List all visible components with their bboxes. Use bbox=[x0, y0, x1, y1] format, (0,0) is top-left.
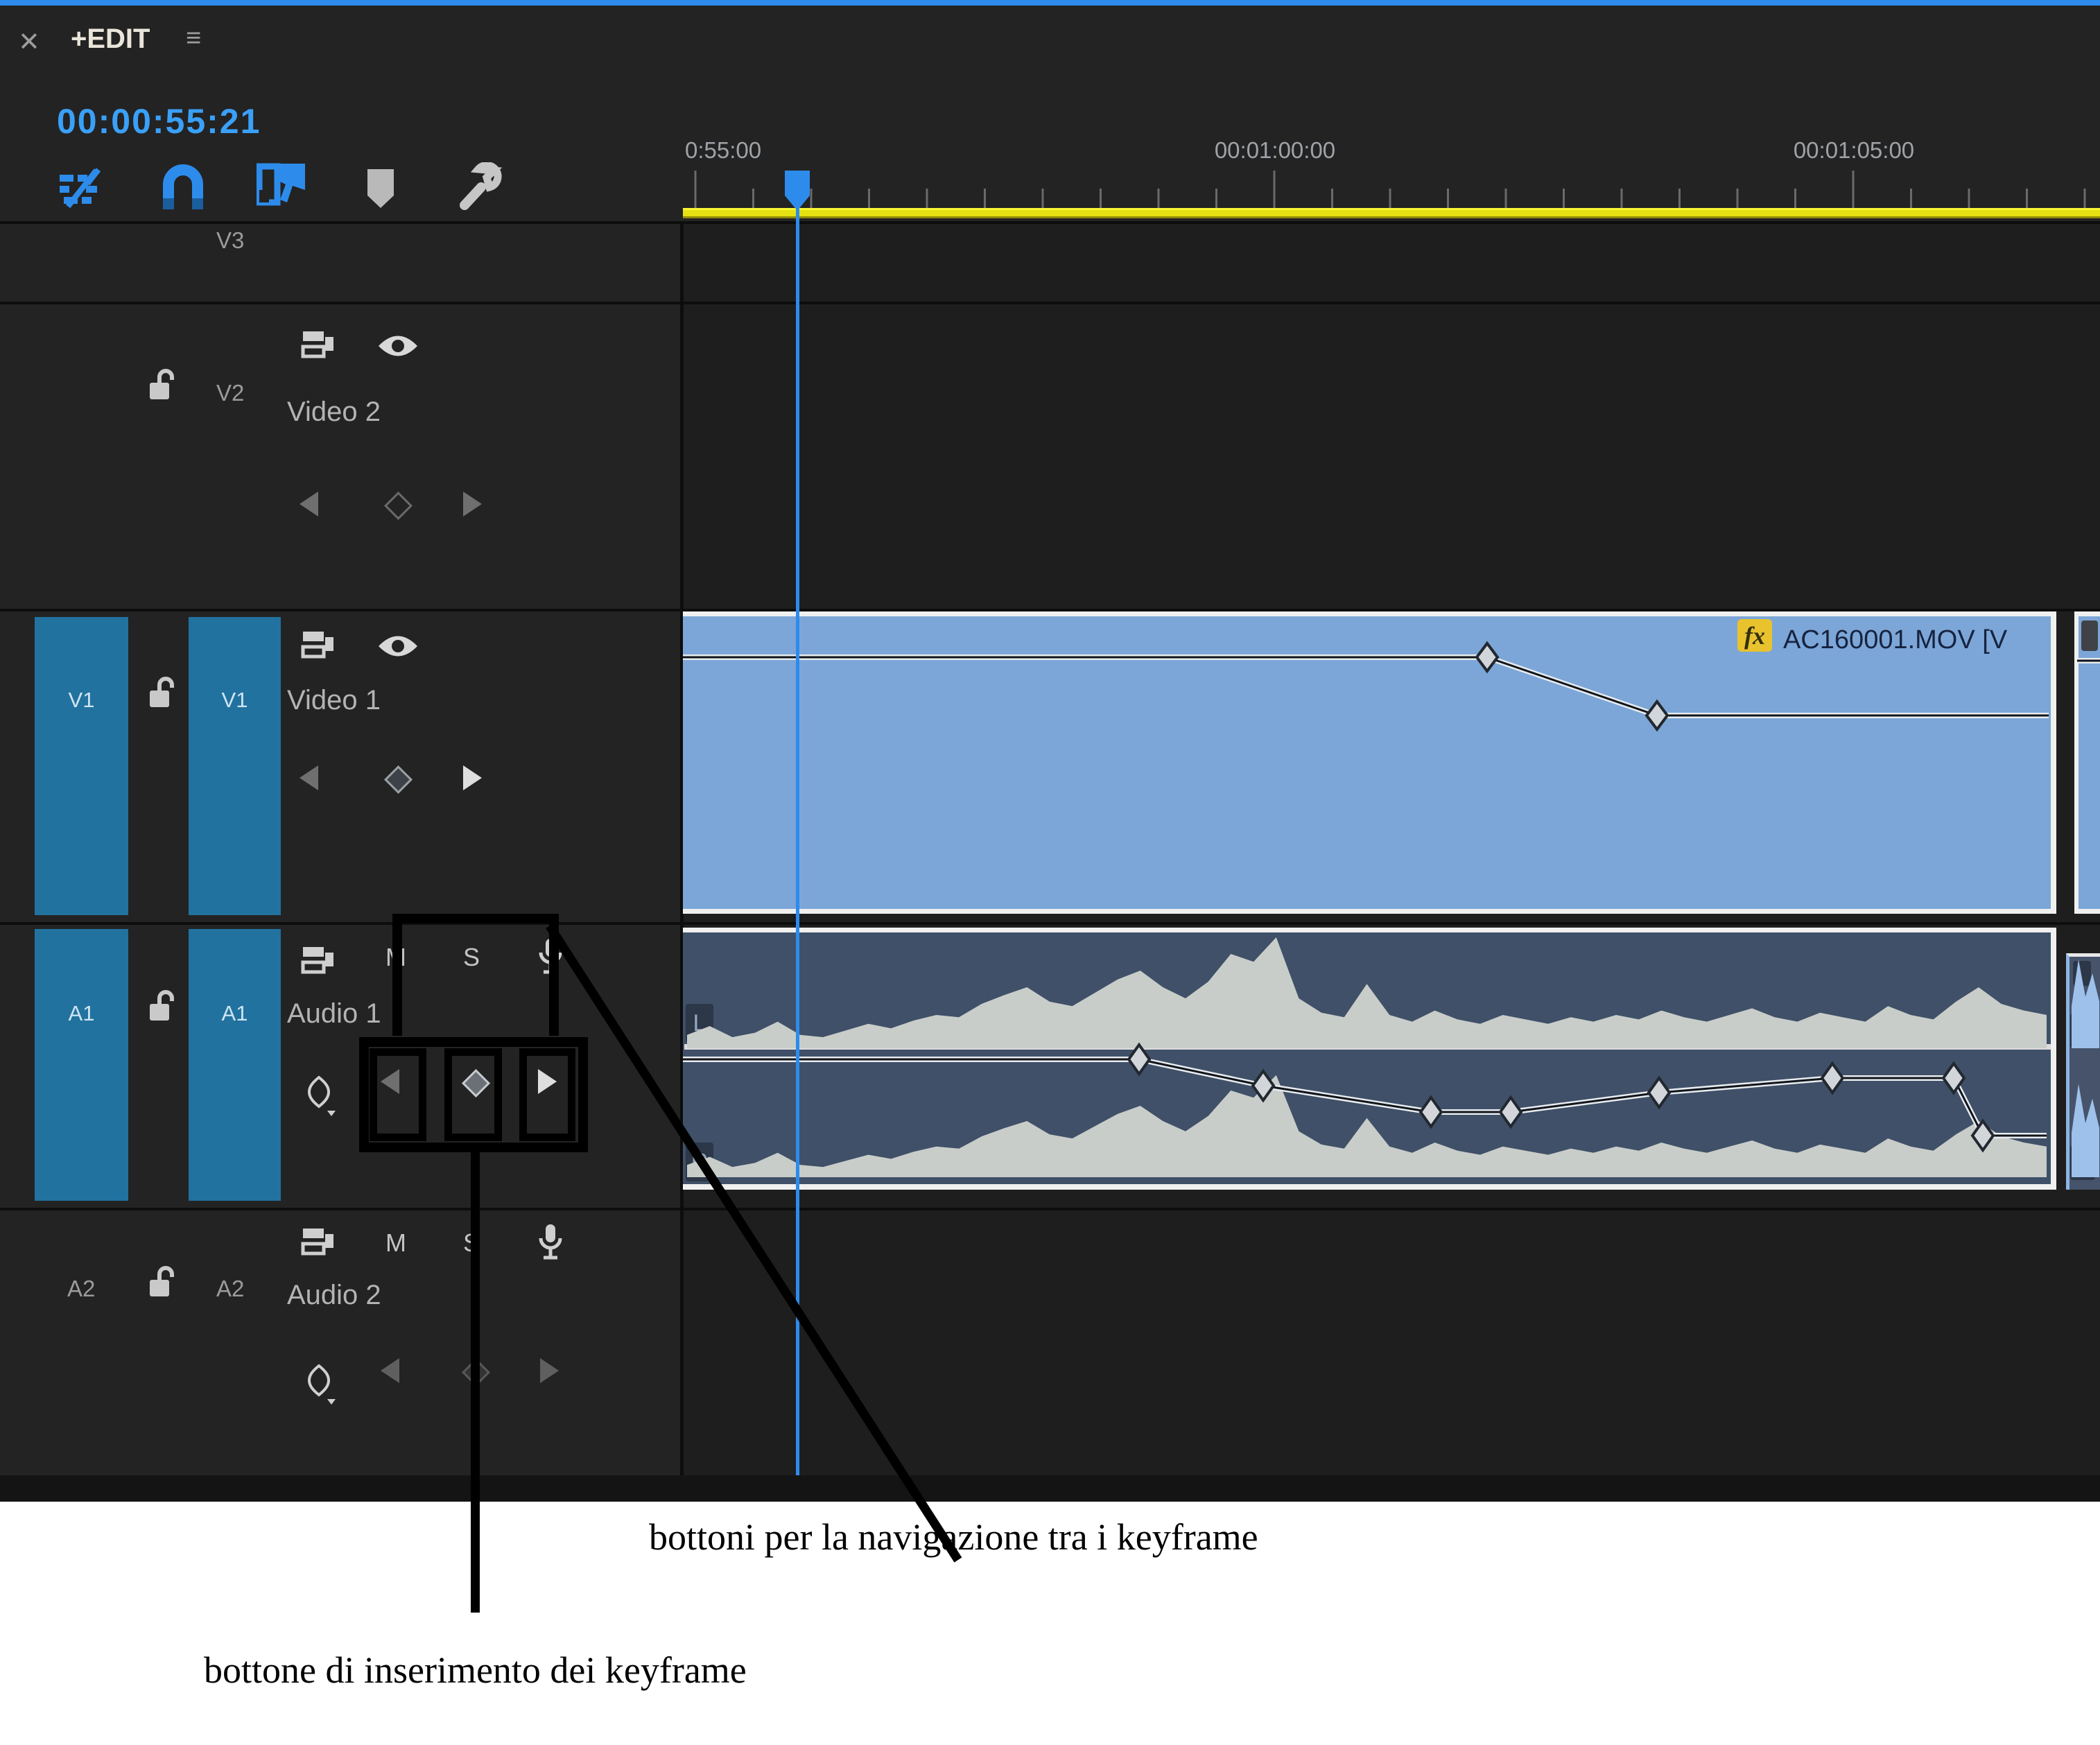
track-output-eye-icon[interactable] bbox=[377, 331, 419, 361]
track-name-a2[interactable]: Audio 2 bbox=[287, 1280, 381, 1311]
ruler-label: 0:55:00 bbox=[685, 137, 761, 164]
track-target-a2[interactable]: A2 bbox=[216, 1276, 244, 1302]
track-lock-icon[interactable] bbox=[144, 366, 179, 405]
previous-keyframe-button[interactable] bbox=[300, 492, 318, 516]
annotation-box-solo-top bbox=[392, 914, 559, 923]
panel-menu-icon[interactable]: ≡ bbox=[186, 24, 201, 53]
track-lock-icon[interactable] bbox=[144, 1263, 179, 1302]
annotation-label-nav: bottoni per la navigazione tra i keyfram… bbox=[649, 1516, 1258, 1559]
nest-sequences-icon[interactable] bbox=[58, 166, 108, 212]
next-keyframe-button[interactable] bbox=[540, 1358, 559, 1383]
annotation-box-next-keyframe bbox=[519, 1048, 575, 1141]
ruler-label: 00:01:05:00 bbox=[1776, 137, 1932, 164]
track-target-a1[interactable]: A1 bbox=[189, 929, 281, 1201]
annotation-line-vertical bbox=[471, 1151, 480, 1613]
annotation-box-solo-left bbox=[392, 914, 402, 1036]
voiceover-mic-icon[interactable] bbox=[535, 1223, 566, 1263]
timeline-settings-wrench-icon[interactable] bbox=[458, 162, 505, 211]
audio-clip[interactable] bbox=[683, 928, 2056, 1190]
track-short-label-v3: V3 bbox=[216, 227, 244, 254]
fx-badge bbox=[2081, 620, 2098, 651]
work-area-bar[interactable] bbox=[683, 208, 2100, 218]
clip-title: AC160001.MOV [V bbox=[1783, 625, 2047, 655]
annotation-label-insert: bottone di inserimento dei keyframe bbox=[204, 1649, 747, 1692]
next-keyframe-button[interactable] bbox=[463, 492, 482, 516]
annotation-box-prev-keyframe bbox=[370, 1048, 426, 1141]
solo-track-button[interactable]: S bbox=[463, 943, 480, 972]
previous-keyframe-button[interactable] bbox=[381, 1358, 399, 1383]
track-output-eye-icon[interactable] bbox=[377, 632, 419, 661]
track-name-v2[interactable]: Video 2 bbox=[287, 397, 381, 428]
track-name-v1[interactable]: Video 1 bbox=[287, 685, 381, 716]
row-divider bbox=[0, 1208, 2100, 1210]
row-divider bbox=[0, 922, 2100, 925]
track-target-v1[interactable]: V1 bbox=[189, 617, 281, 915]
previous-keyframe-button[interactable] bbox=[300, 765, 318, 790]
sync-lock-icon[interactable] bbox=[300, 943, 336, 978]
track-lock-icon[interactable] bbox=[144, 987, 179, 1026]
ruler-label: 00:01:00:00 bbox=[1197, 137, 1353, 164]
sync-lock-icon[interactable] bbox=[300, 327, 336, 362]
left-channel-badge: L bbox=[686, 1004, 713, 1043]
snap-magnet-icon[interactable] bbox=[162, 164, 205, 212]
right-channel-badge: R bbox=[2070, 1145, 2095, 1180]
left-channel-badge: L bbox=[2070, 1014, 2095, 1048]
fx-badge[interactable]: fx bbox=[1737, 619, 1772, 652]
keyframe-type-icon[interactable] bbox=[304, 1363, 340, 1406]
video-clip[interactable] bbox=[683, 611, 2056, 914]
keyframe-type-icon[interactable] bbox=[304, 1075, 340, 1118]
track-short-label-v2[interactable]: V2 bbox=[216, 380, 244, 406]
sync-lock-icon[interactable] bbox=[300, 1224, 336, 1259]
source-patch-a2[interactable]: A2 bbox=[67, 1276, 95, 1302]
track-target-label: A1 bbox=[189, 1001, 281, 1026]
panel-focus-border bbox=[0, 0, 2100, 6]
track-name-a1[interactable]: Audio 1 bbox=[287, 998, 381, 1030]
close-icon[interactable]: ✕ bbox=[18, 26, 40, 58]
channel-divider bbox=[684, 1044, 2051, 1050]
row-divider bbox=[0, 221, 2100, 224]
add-marker-icon[interactable] bbox=[363, 168, 398, 211]
row-divider bbox=[0, 302, 2100, 304]
source-patch-label: V1 bbox=[35, 688, 128, 713]
playhead-timecode[interactable]: 00:00:55:21 bbox=[57, 101, 261, 141]
next-keyframe-button[interactable] bbox=[463, 765, 482, 790]
sync-lock-icon[interactable] bbox=[300, 627, 336, 662]
annotation-box-add-keyframe bbox=[444, 1048, 502, 1141]
source-patch-a1[interactable]: A1 bbox=[35, 929, 128, 1201]
playhead-line[interactable] bbox=[796, 208, 799, 1475]
sequence-tab[interactable]: +EDIT bbox=[71, 24, 150, 55]
source-patch-v1[interactable]: V1 bbox=[35, 617, 128, 915]
fx-badge bbox=[2073, 961, 2091, 986]
video-clip-partial[interactable] bbox=[2074, 611, 2100, 914]
track-lock-icon[interactable] bbox=[144, 674, 179, 713]
linked-selection-icon[interactable] bbox=[257, 162, 308, 211]
premiere-timeline-panel: ✕ +EDIT ≡ 00:00:55:21 bbox=[0, 0, 2100, 1745]
track-target-label: V1 bbox=[189, 688, 281, 713]
panel-bottom-edge bbox=[0, 1475, 2100, 1502]
source-patch-label: A1 bbox=[35, 1001, 128, 1026]
mute-track-button[interactable]: M bbox=[385, 1229, 406, 1258]
